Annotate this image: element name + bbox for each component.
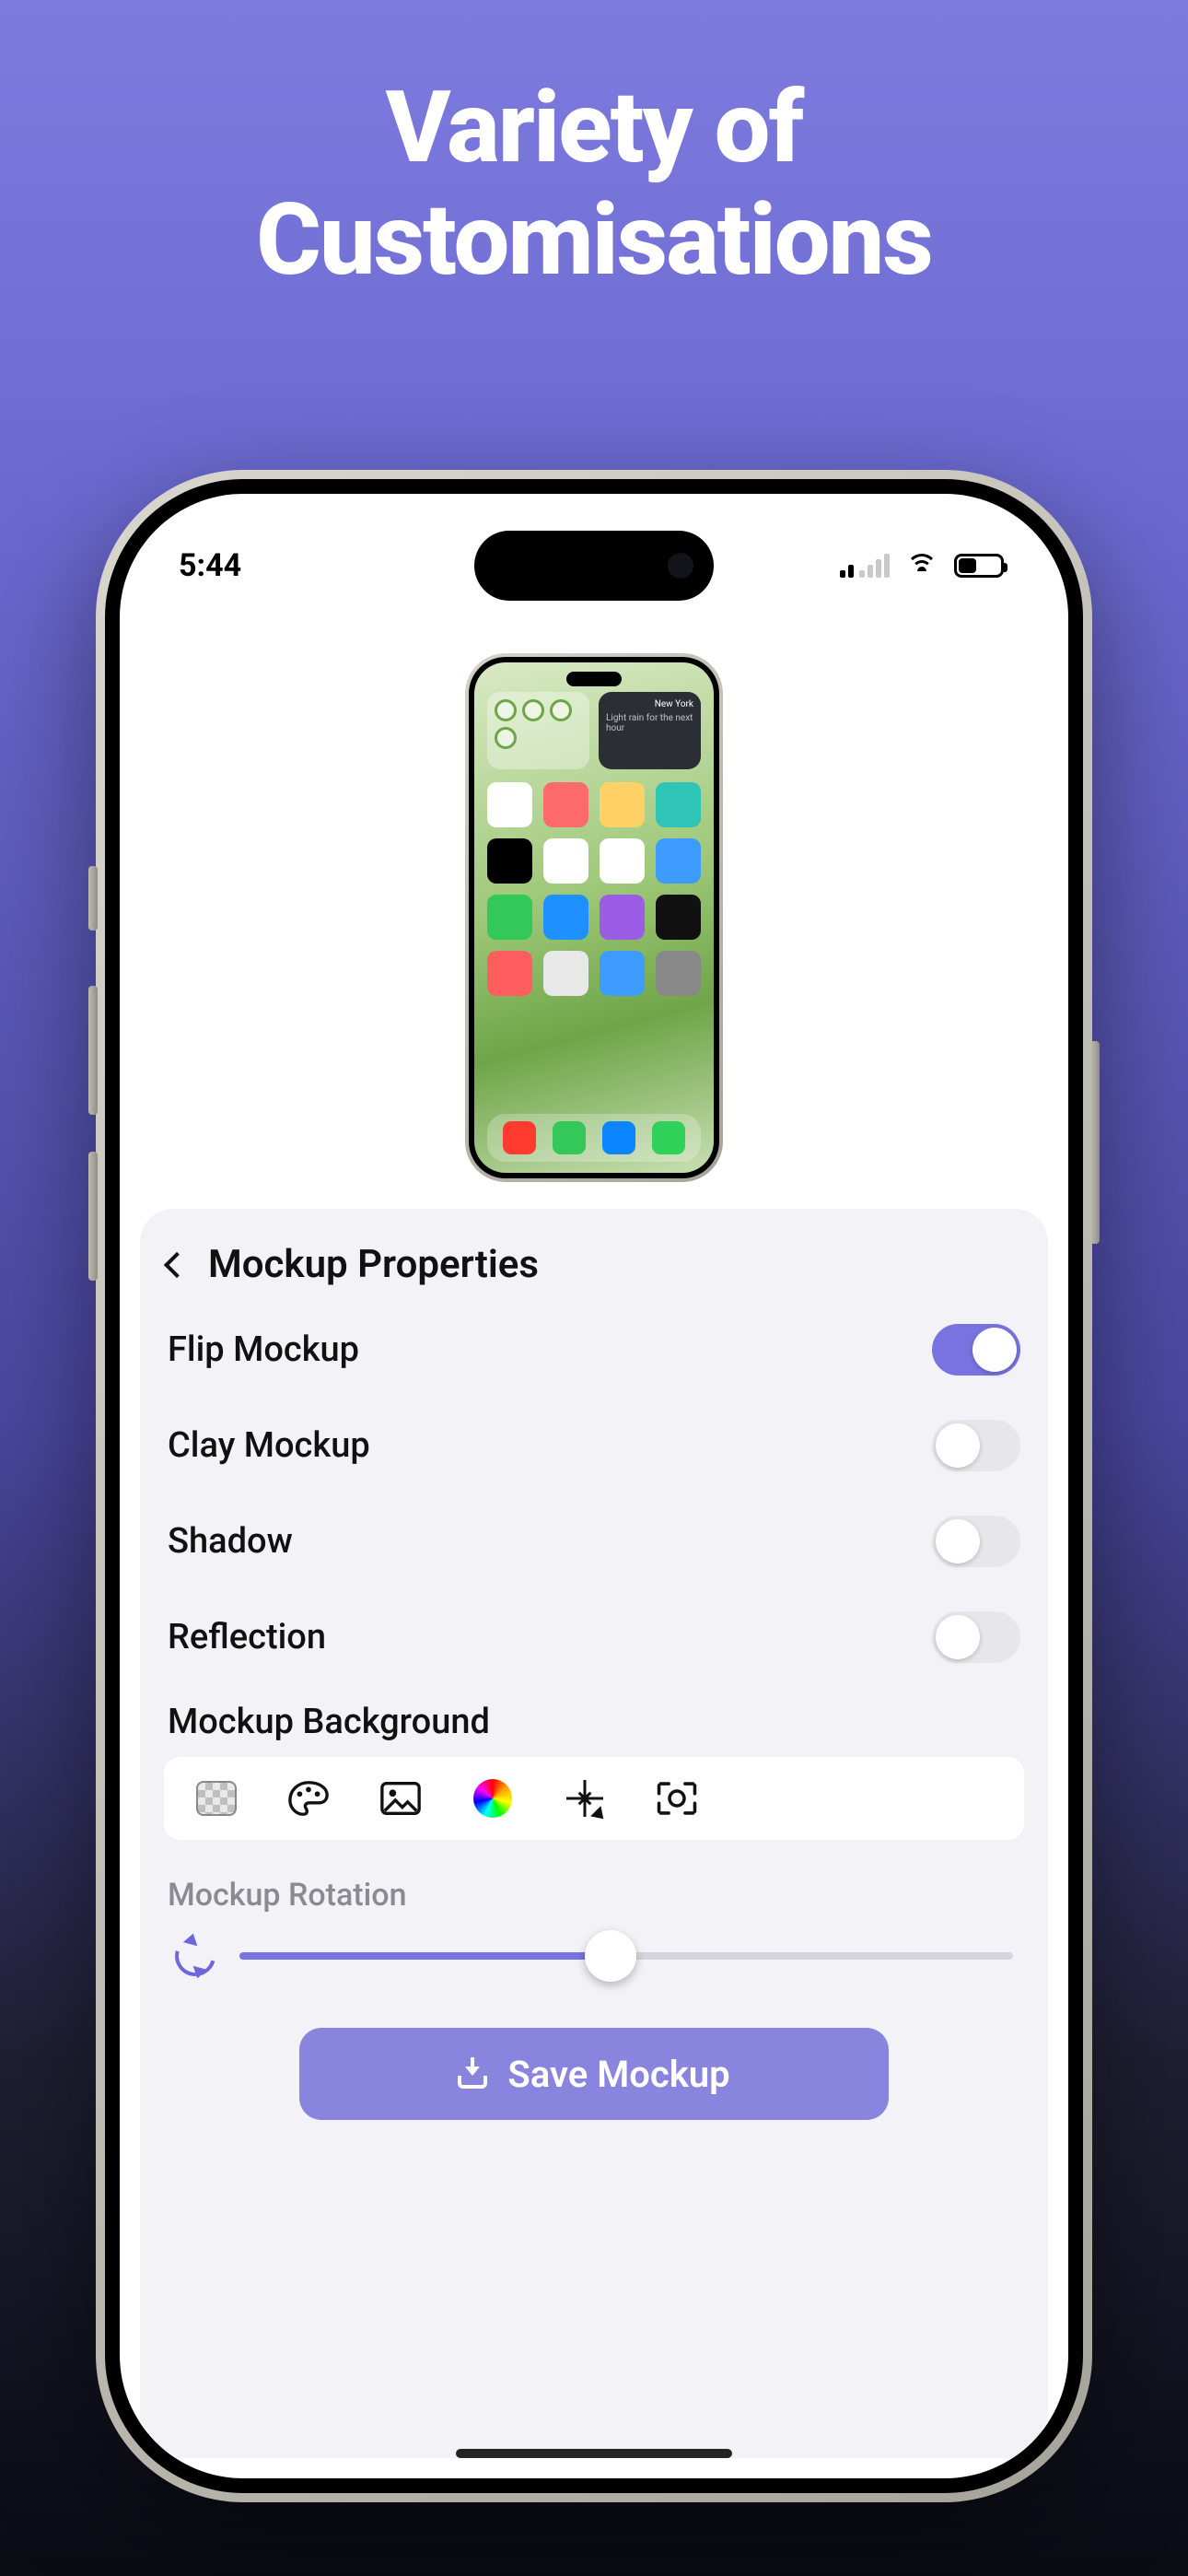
bg-option-magic[interactable] <box>564 1780 606 1817</box>
status-bar: 5:44 <box>120 538 1068 593</box>
device-side-button <box>88 986 98 1115</box>
bg-option-image[interactable] <box>379 1780 422 1817</box>
row-clay-mockup: Clay Mockup <box>140 1398 1048 1493</box>
rotation-slider[interactable] <box>239 1952 1013 1960</box>
slider-fill <box>239 1952 611 1960</box>
device-side-button <box>88 866 98 931</box>
toggle-reflection[interactable] <box>932 1611 1020 1663</box>
home-indicator[interactable] <box>456 2449 732 2458</box>
mockup-preview[interactable]: New York Light rain for the next hour <box>120 641 1068 1194</box>
row-reflection: Reflection <box>140 1589 1048 1685</box>
bg-option-camera[interactable] <box>656 1780 698 1817</box>
save-mockup-button[interactable]: Save Mockup <box>299 2028 889 2120</box>
background-options <box>164 1757 1024 1840</box>
row-label: Flip Mockup <box>168 1329 359 1370</box>
save-button-label: Save Mockup <box>507 2053 729 2096</box>
hero-title: Variety of Customisations <box>0 72 1188 297</box>
preview-widget-weather: New York Light rain for the next hour <box>599 692 701 769</box>
toggle-clay-mockup[interactable] <box>932 1420 1020 1471</box>
preview-widget-rings <box>487 692 589 769</box>
preview-app-grid <box>487 782 701 996</box>
wifi-icon <box>906 554 938 578</box>
toggle-shadow[interactable] <box>932 1516 1020 1567</box>
device-side-button <box>88 1152 98 1281</box>
bg-option-transparent[interactable] <box>195 1780 238 1817</box>
hero-line-2: Customisations <box>0 184 1188 297</box>
background-section-label: Mockup Background <box>140 1685 1048 1757</box>
preview-dock <box>487 1114 701 1162</box>
battery-icon <box>954 554 1004 578</box>
bg-option-color-wheel[interactable] <box>472 1780 514 1817</box>
back-button[interactable] <box>164 1251 190 1277</box>
device-side-button <box>1090 1041 1100 1244</box>
row-shadow: Shadow <box>140 1493 1048 1589</box>
rotation-section-label: Mockup Rotation <box>140 1840 1048 1936</box>
row-flip-mockup: Flip Mockup <box>140 1302 1048 1398</box>
image-icon <box>379 1780 422 1817</box>
hero-line-1: Variety of <box>0 72 1188 184</box>
magic-icon <box>566 1780 603 1817</box>
cellular-icon <box>840 554 890 578</box>
properties-panel: Mockup Properties Flip Mockup Clay Mocku… <box>140 1209 1048 2458</box>
color-wheel-icon <box>473 1779 512 1818</box>
device-screen: 5:44 <box>120 494 1068 2478</box>
reset-rotation-button[interactable] <box>168 1928 223 1984</box>
status-time: 5:44 <box>179 547 241 584</box>
row-label: Shadow <box>168 1521 293 1562</box>
camera-icon <box>656 1778 698 1819</box>
palette-icon <box>287 1779 330 1818</box>
bg-option-palette[interactable] <box>287 1780 330 1817</box>
row-label: Clay Mockup <box>168 1425 370 1466</box>
row-label: Reflection <box>168 1617 326 1657</box>
device-frame: 5:44 <box>96 470 1092 2502</box>
transparent-icon <box>196 1781 237 1816</box>
download-icon <box>458 2059 487 2089</box>
panel-title: Mockup Properties <box>208 1242 539 1287</box>
slider-knob[interactable] <box>585 1930 636 1982</box>
toggle-flip-mockup[interactable] <box>932 1324 1020 1376</box>
